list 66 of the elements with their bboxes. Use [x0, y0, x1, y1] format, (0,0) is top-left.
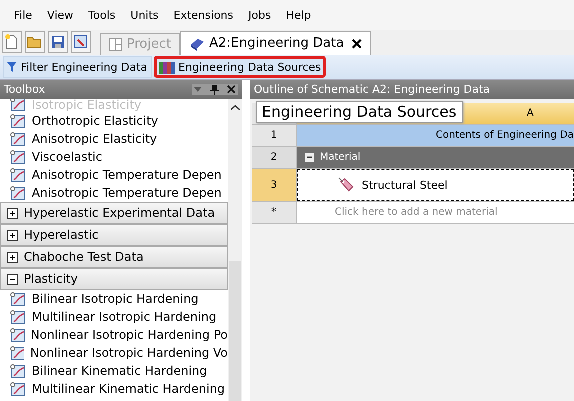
row-number: * [252, 202, 297, 223]
row-number: 2 [252, 147, 297, 168]
group-label: Material [320, 152, 361, 163]
filter-icon [7, 61, 17, 73]
chart-icon [10, 382, 26, 396]
panel-title: Toolbox [4, 83, 46, 96]
toolbox-item[interactable]: Bilinear Isotropic Hardening [0, 290, 228, 308]
toolbox-category[interactable]: Chaboche Test Data [0, 246, 228, 268]
menu-item[interactable]: Units [124, 8, 168, 22]
chart-icon [10, 310, 26, 324]
chart-icon [10, 114, 26, 128]
chart-icon [10, 292, 26, 306]
toolbox-item[interactable]: Multilinear Isotropic Hardening [0, 308, 228, 326]
toolbar-button[interactable]: Filter Engineering Data [3, 56, 152, 78]
toolbox-item[interactable]: Orthotropic Elasticity [0, 112, 228, 130]
panel-title: Outline of Schematic A2: Engineering Data [254, 83, 490, 96]
toolbox-item[interactable]: Anisotropic Temperature Depen [0, 166, 228, 184]
chart-icon [10, 346, 24, 360]
layout-icon [109, 38, 123, 52]
menu-item[interactable]: Tools [82, 8, 125, 22]
toolbox-category[interactable]: Hyperelastic [0, 224, 228, 246]
toolbox-item[interactable]: Multilinear Kinematic Hardening [0, 380, 228, 398]
open-folder-icon[interactable] [25, 31, 45, 53]
tag-icon [338, 177, 354, 193]
toolbar-button[interactable]: Engineering Data Sources [154, 56, 326, 78]
chart-icon [10, 328, 25, 342]
chart-icon [10, 168, 26, 182]
toolbox-item[interactable]: Bilinear Kinematic Hardening [0, 362, 228, 380]
new-file-icon[interactable] [2, 31, 22, 53]
chart-icon [10, 150, 26, 164]
chart-icon [10, 364, 26, 378]
menu-item[interactable]: Extensions [168, 8, 242, 22]
table-cell: Contents of Engineering Da [297, 125, 574, 146]
chart-icon [10, 99, 26, 112]
chart-icon [10, 132, 26, 146]
toolbox-item[interactable]: Nonlinear Isotropic Hardening Vo [0, 344, 228, 362]
chart-icon [10, 186, 26, 200]
row-number: 1 [252, 125, 297, 146]
toolbox-category[interactable]: Hyperelastic Experimental Data [0, 202, 228, 224]
close-icon[interactable] [227, 85, 236, 94]
toolbox-item[interactable]: Viscoelastic [0, 148, 228, 166]
tab[interactable]: A2:Engineering Data [180, 31, 372, 55]
row-number: 3 [252, 169, 297, 201]
menu-item[interactable]: View [41, 8, 83, 22]
new-material-field[interactable]: Click here to add a new material [297, 202, 574, 223]
tooltip: Engineering Data Sources [256, 101, 463, 123]
pin-icon[interactable] [210, 84, 219, 95]
menu-item[interactable]: File [8, 8, 42, 22]
scroll-up-icon[interactable] [230, 105, 240, 111]
toolbox-item[interactable]: Anisotropic Elasticity [0, 130, 228, 148]
close-icon[interactable] [352, 38, 362, 48]
menu-item[interactable]: Help [280, 8, 320, 22]
book-icon [189, 36, 206, 50]
material-name[interactable]: Structural Steel [362, 178, 448, 192]
collapse-icon[interactable] [305, 153, 314, 162]
window-tool-icon[interactable] [71, 31, 91, 53]
toolbox-item[interactable]: Nonlinear Isotropic Hardening Po [0, 326, 228, 344]
dropdown-icon[interactable] [194, 86, 202, 92]
menu-item[interactable]: Jobs [242, 8, 280, 22]
tab-label: Project [127, 37, 172, 52]
save-icon[interactable] [48, 31, 68, 53]
tab-label: A2:Engineering Data [209, 36, 344, 51]
toolbox-category[interactable]: Plasticity [0, 268, 228, 290]
scrollbar[interactable] [228, 99, 242, 401]
toolbox-item[interactable]: Anisotropic Temperature Depen [0, 184, 228, 202]
books-icon [158, 60, 174, 74]
